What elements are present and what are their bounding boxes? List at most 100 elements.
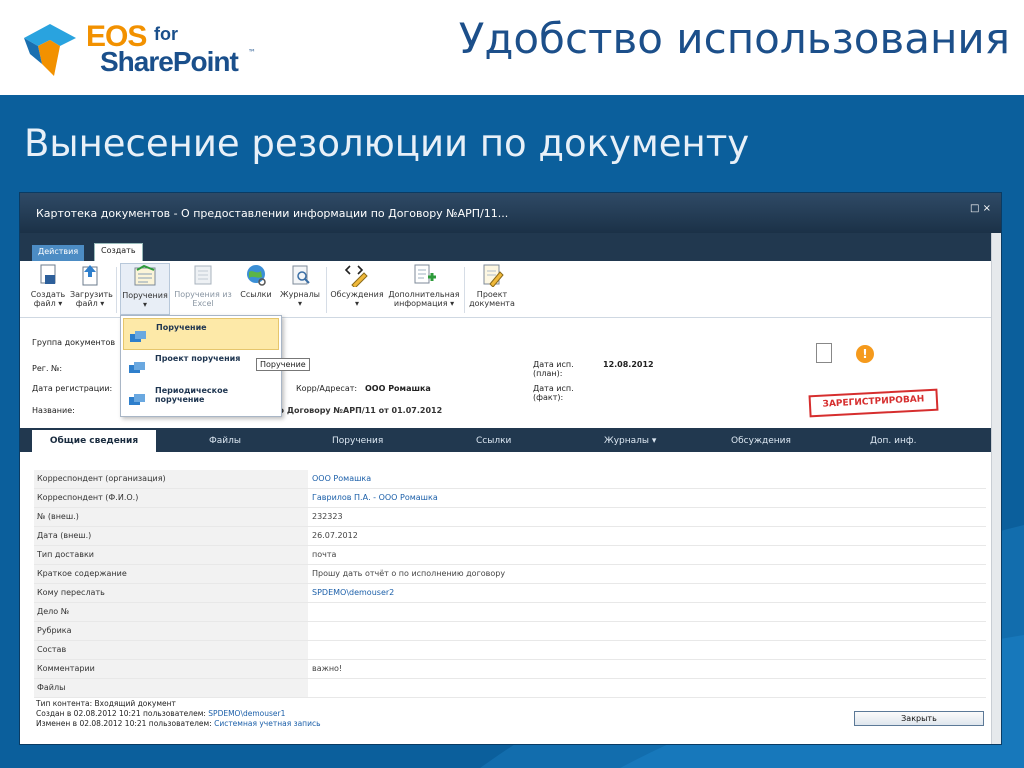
slide-title: Удобство использования — [458, 14, 1010, 63]
row-label: Дело № — [34, 603, 308, 621]
journals-label-2: ▾ — [297, 299, 302, 308]
table-row: Комментарии важно! — [34, 660, 986, 679]
created-line: Создан в 02.08.2012 10:21 пользователем:… — [36, 709, 321, 719]
tasks-icon — [132, 264, 158, 288]
dropdown-item-periodic-task[interactable]: Периодическое поручение — [123, 382, 277, 412]
links-button[interactable]: Ссылки — [238, 263, 274, 299]
row-label: Тип доставки — [34, 546, 308, 564]
row-value: Прошу дать отчёт о по исполнению договор… — [312, 569, 506, 578]
table-row: Краткое содержание Прошу дать отчёт о по … — [34, 565, 986, 584]
corr-value: ООО Ромашка — [365, 384, 431, 393]
row-label: Дата (внеш.) — [34, 527, 308, 545]
row-label: Краткое содержание — [34, 565, 308, 583]
table-row: Корреспондент (организация) ООО Ромашка — [34, 470, 986, 489]
task-icon — [130, 331, 146, 342]
modified-text: Изменен в 02.08.2012 10:21 пользователем… — [36, 719, 212, 728]
journal-icon — [287, 263, 313, 287]
upload-file-label-1: Загрузить — [70, 290, 113, 299]
tab-discussions[interactable]: Обсуждения — [731, 436, 791, 446]
tooltip: Поручение — [256, 358, 310, 371]
dropdown-item-task[interactable]: Поручение — [123, 318, 279, 350]
window-title: Картотека документов - О предоставлении … — [36, 207, 509, 220]
reg-date-label: Дата регистрации: — [32, 384, 113, 393]
globe-icon — [243, 263, 269, 287]
ribbon-tab-actions[interactable]: Действия — [32, 245, 85, 261]
tab-tasks[interactable]: Поручения — [332, 436, 383, 446]
tab-files[interactable]: Файлы — [209, 436, 241, 446]
tab-links[interactable]: Ссылки — [476, 436, 511, 446]
due-plan-label: Дата исп. (план): — [533, 360, 574, 378]
discussions-button[interactable]: Обсуждения ▾ — [330, 263, 384, 308]
warning-icon[interactable]: ! — [856, 345, 874, 363]
extra-info-icon — [411, 263, 437, 287]
created-text: Создан в 02.08.2012 10:21 пользователем: — [36, 709, 206, 718]
tasks-excel-label-2: Excel — [192, 299, 214, 308]
table-row: Тип доставки почта — [34, 546, 986, 565]
row-label: Состав — [34, 641, 308, 659]
window-scrollbar[interactable] — [991, 233, 1001, 744]
item-footer: Тип контента: Входящий документ Создан в… — [36, 699, 321, 729]
window-controls[interactable]: □ × — [970, 203, 991, 214]
due-fact-label: Дата исп. (факт): — [533, 384, 574, 402]
tasks-button[interactable]: Поручения ▾ — [120, 263, 170, 315]
row-value[interactable]: SPDEMO\demouser2 — [312, 584, 394, 602]
row-value[interactable]: ООО Ромашка — [312, 470, 371, 488]
tab-journals[interactable]: Журналы ▾ — [604, 436, 656, 446]
create-file-button[interactable]: Создать файл ▾ — [30, 263, 66, 308]
code-edit-icon — [344, 263, 370, 289]
ribbon-separator — [326, 267, 327, 313]
draft-doc-button[interactable]: Проект документа — [468, 263, 516, 308]
row-value: почта — [312, 550, 337, 559]
dropdown-item-draft-task[interactable]: Проект поручения — [123, 350, 277, 380]
draft-doc-label-1: Проект — [476, 290, 508, 299]
row-label: Комментарии — [34, 660, 308, 678]
row-label: Корреспондент (Ф.И.О.) — [34, 489, 308, 507]
ribbon-tab-create[interactable]: Создать — [94, 243, 143, 261]
table-row: № (внеш.) 232323 — [34, 508, 986, 527]
logo-sharepoint-text: SharePoint — [100, 46, 239, 77]
row-value: 232323 — [312, 512, 343, 521]
row-label: № (внеш.) — [34, 508, 308, 526]
row-value[interactable]: Гаврилов П.А. - ООО Ромашка — [312, 489, 438, 507]
upload-file-icon — [77, 263, 103, 287]
journals-label-1: Журналы — [280, 290, 320, 299]
due-plan-value: 12.08.2012 — [603, 360, 654, 369]
slide-subtitle: Вынесение резолюции по документу — [24, 122, 750, 165]
draft-task-icon — [129, 362, 145, 373]
tasks-excel-icon — [190, 263, 216, 287]
ribbon-separator — [116, 267, 117, 313]
row-label: Корреспондент (организация) — [34, 470, 308, 488]
group-label: Группа документов — [32, 338, 116, 347]
created-user-link[interactable]: SPDEMO\demouser1 — [208, 709, 285, 718]
create-file-label-2: файл ▾ — [33, 299, 63, 308]
table-row: Рубрика — [34, 622, 986, 641]
row-label: Кому переслать — [34, 584, 308, 602]
links-label: Ссылки — [240, 290, 272, 299]
dropdown-item-label: Периодическое поручение — [155, 386, 229, 404]
extra-info-label-2: информация ▾ — [393, 299, 455, 308]
create-file-icon — [35, 263, 61, 287]
tab-general[interactable]: Общие сведения — [32, 430, 156, 452]
upload-file-button[interactable]: Загрузить файл ▾ — [70, 263, 113, 308]
table-row: Состав — [34, 641, 986, 660]
document-icon[interactable] — [816, 343, 832, 363]
close-button[interactable]: Закрыть — [854, 711, 984, 726]
reg-no-label: Рег. №: — [32, 364, 63, 373]
table-row: Файлы — [34, 679, 986, 698]
ribbon-toolbar: Создать файл ▾ Загрузить файл ▾ Поручени… — [20, 261, 991, 318]
eos-sharepoint-logo: EOS for SharePoint ™ — [20, 16, 280, 84]
logo-for-text: for — [154, 24, 178, 44]
modified-user-link[interactable]: Системная учетная запись — [214, 719, 320, 728]
periodic-task-icon — [129, 394, 145, 405]
draft-doc-label-2: документа — [469, 299, 515, 308]
ribbon-separator — [464, 267, 465, 313]
row-label: Рубрика — [34, 622, 308, 640]
tab-extra-info[interactable]: Доп. инф. — [870, 436, 916, 446]
tasks-excel-button[interactable]: Поручения из Excel — [172, 263, 234, 308]
screenshot-window: Картотека документов - О предоставлении … — [20, 193, 1001, 744]
journals-button[interactable]: Журналы ▾ — [278, 263, 322, 308]
logo-tm: ™ — [248, 48, 256, 57]
logo-arrow-icon — [24, 24, 76, 76]
extra-info-button[interactable]: Дополнительная информация ▾ — [386, 263, 462, 308]
table-row: Дело № — [34, 603, 986, 622]
